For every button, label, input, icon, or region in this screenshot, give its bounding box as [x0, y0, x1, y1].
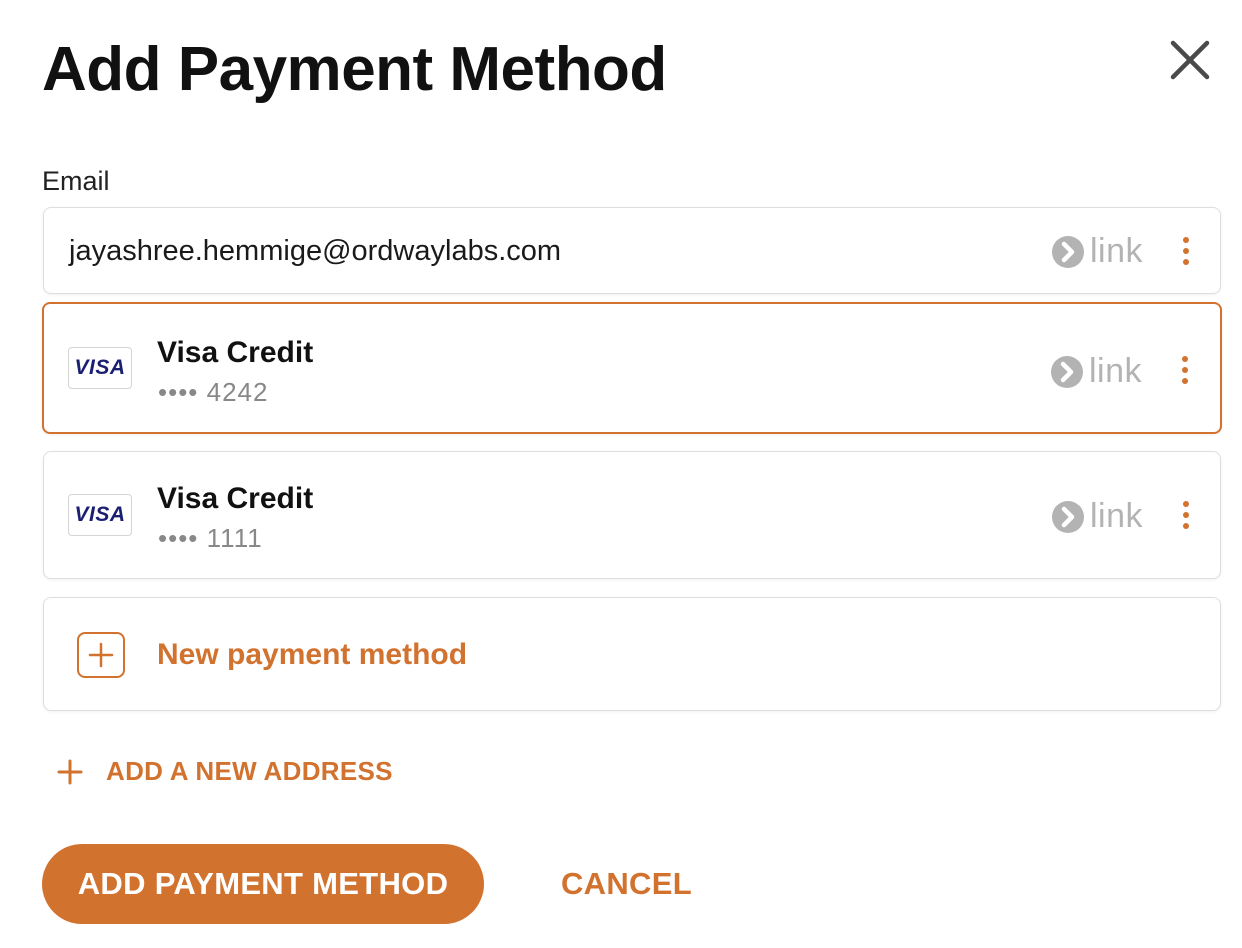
add-payment-method-button[interactable]: ADD PAYMENT METHOD: [42, 844, 484, 924]
card-menu-button[interactable]: [1175, 353, 1195, 387]
payment-method-card[interactable]: VISA Visa Credit •••• 4242 link: [42, 302, 1222, 434]
payment-method-card[interactable]: VISA Visa Credit •••• 1111 link: [43, 451, 1221, 579]
card-name: Visa Credit: [157, 482, 314, 515]
plus-box: [77, 632, 125, 678]
email-field[interactable]: jayashree.hemmige@ordwaylabs.com link: [43, 207, 1221, 294]
card-menu-button[interactable]: [1176, 498, 1196, 532]
cancel-button[interactable]: CANCEL: [561, 866, 692, 902]
visa-logo: VISA: [68, 494, 132, 536]
visa-logo: VISA: [68, 347, 132, 389]
kebab-menu-icon: [1183, 237, 1189, 265]
link-badge: link: [1051, 352, 1142, 391]
add-address-label: ADD A NEW ADDRESS: [106, 756, 393, 786]
link-label: link: [1090, 232, 1144, 270]
link-chevron-icon: [1052, 500, 1084, 533]
plus-icon: [57, 759, 83, 784]
email-value[interactable]: jayashree.hemmige@ordwaylabs.com: [69, 235, 561, 268]
link-label: link: [1089, 352, 1143, 390]
link-badge: link: [1052, 232, 1143, 271]
kebab-menu-icon: [1182, 356, 1188, 384]
card-masked-number: •••• 4242: [158, 377, 269, 407]
plus-icon: [88, 642, 114, 668]
close-icon: [1170, 40, 1210, 80]
new-payment-method-label: New payment method: [157, 638, 468, 671]
link-label: link: [1090, 497, 1144, 535]
dialog-title: Add Payment Method: [42, 35, 667, 104]
kebab-menu-icon: [1183, 501, 1189, 529]
add-address-button[interactable]: ADD A NEW ADDRESS: [56, 756, 393, 787]
email-menu-button[interactable]: [1176, 234, 1196, 268]
link-chevron-icon: [1052, 235, 1084, 268]
card-masked-number: •••• 1111: [158, 523, 263, 553]
new-payment-method-button[interactable]: New payment method: [43, 597, 1221, 711]
link-badge: link: [1052, 497, 1143, 536]
email-label: Email: [42, 166, 110, 196]
card-name: Visa Credit: [157, 336, 314, 369]
close-button[interactable]: [1164, 34, 1216, 86]
link-chevron-icon: [1051, 355, 1083, 388]
